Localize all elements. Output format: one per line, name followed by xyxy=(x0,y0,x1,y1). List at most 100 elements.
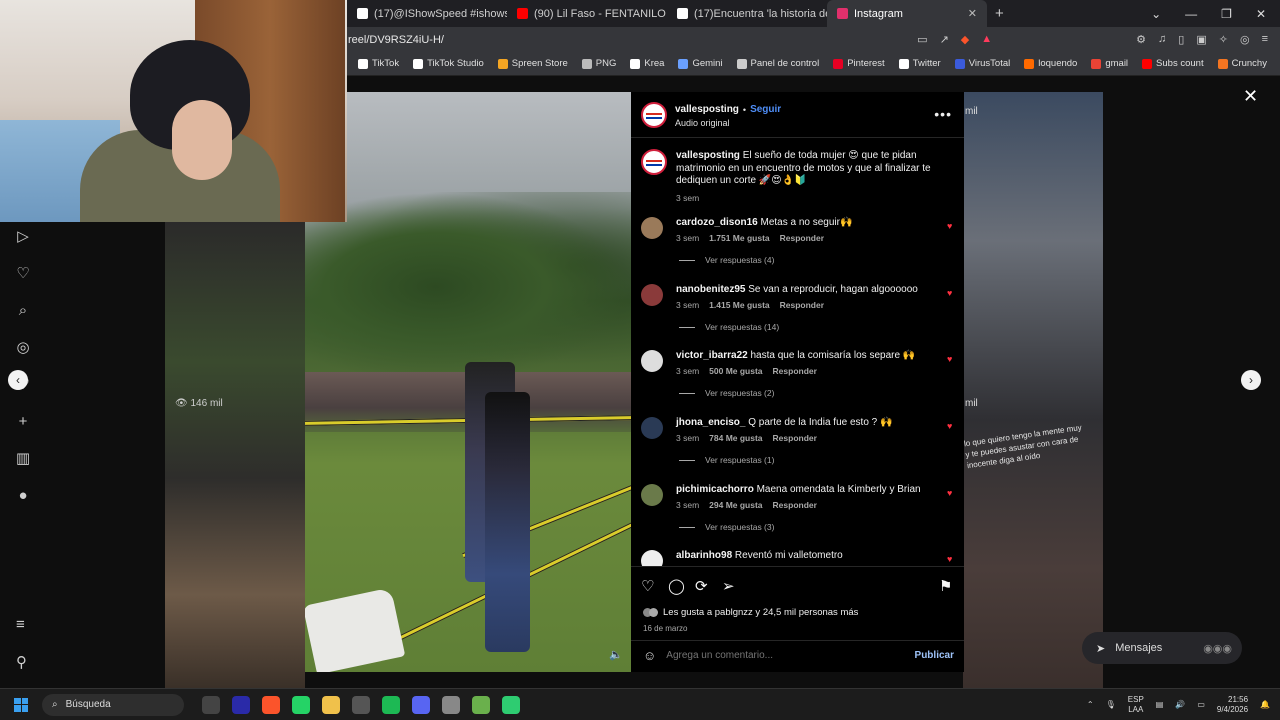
comment-username[interactable]: albarinho98 xyxy=(676,550,732,561)
tab-ishowspeed[interactable]: (17)@IShowSpeed #ishowspeed #bai xyxy=(347,0,507,27)
close-modal-icon[interactable]: ✕ xyxy=(1243,86,1258,107)
close-tab-icon[interactable]: ✕ xyxy=(968,7,977,20)
leo-icon[interactable]: ✧ xyxy=(1219,33,1228,46)
comment-like-icon[interactable]: ♥ xyxy=(947,488,952,498)
next-arrow-icon[interactable]: › xyxy=(1241,370,1261,390)
like-icon[interactable]: ♡ xyxy=(641,577,654,595)
comment-avatar[interactable] xyxy=(641,417,663,439)
media-icon[interactable]: ♫ xyxy=(1158,33,1166,46)
taskbar-app-icon[interactable] xyxy=(472,695,490,714)
microphone-icon[interactable]: 🎙 xyxy=(1106,700,1116,709)
comment-input[interactable] xyxy=(666,650,887,661)
tab-search-icon[interactable]: ⌄ xyxy=(1151,7,1161,21)
tray-chevron-icon[interactable]: ⌃ xyxy=(1087,700,1094,709)
taskbar-app-icon[interactable] xyxy=(382,695,400,714)
likes-summary[interactable]: Les gusta a pablgnzz y 24,5 mil personas… xyxy=(643,607,858,618)
minimize-icon[interactable]: — xyxy=(1185,7,1197,21)
comment-username[interactable]: jhona_enciso_ xyxy=(676,417,745,428)
volume-icon[interactable]: 🔊 xyxy=(1175,700,1185,709)
sidebar-icon[interactable]: ▯ xyxy=(1178,33,1184,46)
reply-button[interactable]: Responder xyxy=(780,300,824,310)
taskbar-search[interactable]: ⌕ Búsqueda xyxy=(42,693,184,716)
profile-icon[interactable]: ● xyxy=(18,485,27,505)
comment-avatar[interactable] xyxy=(641,484,663,506)
caption-username[interactable]: vallesposting xyxy=(676,150,740,161)
taskbar-app-icon[interactable] xyxy=(202,695,220,714)
insights-icon[interactable]: ▥ xyxy=(16,448,30,468)
tab-youtube[interactable]: (90) Lil Faso - FENTANILO RKT - YouT xyxy=(507,0,667,27)
bookmark-item[interactable]: gmail xyxy=(1091,58,1128,69)
tab-instagram[interactable]: Instagram ✕ xyxy=(827,0,987,27)
tab-tiktok-search[interactable]: (17)Encuentra 'la historia de camila' e xyxy=(667,0,827,27)
save-icon[interactable]: ⚑ xyxy=(939,577,952,595)
taskbar-clock[interactable]: 21:56 9/4/2026 xyxy=(1217,695,1248,715)
wallet-icon[interactable]: ▣ xyxy=(1196,33,1206,46)
comment-username[interactable]: cardozo_dison16 xyxy=(676,217,758,228)
messages-button[interactable]: ➤ Mensajes ◉◉◉ xyxy=(1082,632,1242,664)
comment-like-icon[interactable]: ♥ xyxy=(947,421,952,431)
comment-avatar[interactable] xyxy=(641,217,663,239)
bookmark-item[interactable]: TikTok Studio xyxy=(413,58,484,69)
taskbar-app-icon[interactable] xyxy=(412,695,430,714)
comment-likes[interactable]: 500 Me gusta xyxy=(709,366,762,376)
explore-icon[interactable]: ◎ xyxy=(16,337,29,357)
audio-link[interactable]: Audio original xyxy=(675,118,730,128)
new-tab-button[interactable]: + xyxy=(987,5,1012,22)
taskbar-app-icon[interactable] xyxy=(352,695,370,714)
network-icon[interactable]: ▤ xyxy=(1156,700,1164,709)
close-window-icon[interactable]: ✕ xyxy=(1256,7,1266,21)
reply-button[interactable]: Responder xyxy=(773,366,817,376)
brave-shield-icon[interactable]: ◆ xyxy=(961,33,969,46)
create-icon[interactable]: + xyxy=(19,411,28,431)
taskbar-app-icon[interactable] xyxy=(442,695,460,714)
extensions-icon[interactable]: ⚙ xyxy=(1136,33,1146,46)
comment-username[interactable]: nanobenitez95 xyxy=(676,284,745,295)
comment-username[interactable]: pichimicachorro xyxy=(676,484,754,495)
follow-button[interactable]: Seguir xyxy=(750,104,781,115)
bookmark-item[interactable]: Pinterest xyxy=(833,58,885,69)
taskbar-app-icon[interactable] xyxy=(322,695,340,714)
view-replies-button[interactable]: Ver respuestas (14) xyxy=(679,322,779,332)
reel-video[interactable]: 🔈 xyxy=(305,92,631,672)
bookmark-item[interactable]: Gemini xyxy=(678,58,723,69)
reply-button[interactable]: Responder xyxy=(773,500,817,510)
restore-icon[interactable]: ❐ xyxy=(1221,7,1232,21)
more-menu-icon[interactable]: ≡ xyxy=(16,616,27,633)
share-icon[interactable]: ➢ xyxy=(722,577,735,595)
vpn-icon[interactable]: ◎ xyxy=(1240,33,1250,46)
comment-icon[interactable]: ◯ xyxy=(668,577,685,595)
bookmark-item[interactable]: Subs count xyxy=(1142,58,1204,69)
caption-avatar[interactable] xyxy=(641,149,667,175)
taskbar-app-icon[interactable] xyxy=(502,695,520,714)
bookmark-item[interactable]: Spreen Store xyxy=(497,58,568,69)
cast-icon[interactable]: ▭ xyxy=(917,33,927,46)
comment-like-icon[interactable]: ♥ xyxy=(947,288,952,298)
bookmark-item[interactable]: Twitter xyxy=(898,58,941,69)
bookmark-item[interactable]: TikTok xyxy=(358,58,399,69)
comment-like-icon[interactable]: ♥ xyxy=(947,554,952,564)
comment-username[interactable]: victor_ibarra22 xyxy=(676,350,748,361)
reels-icon[interactable]: ▷ xyxy=(17,226,29,246)
publish-button[interactable]: Publicar xyxy=(915,650,954,661)
taskbar-app-icon[interactable] xyxy=(292,695,310,714)
comment-like-icon[interactable]: ♥ xyxy=(947,221,952,231)
account-avatar[interactable] xyxy=(641,102,667,128)
comment-likes[interactable]: 1.415 Me gusta xyxy=(709,300,769,310)
share-icon[interactable]: ↗ xyxy=(940,33,949,46)
mute-icon[interactable]: 🔈 xyxy=(609,648,623,661)
view-replies-button[interactable]: Ver respuestas (1) xyxy=(679,455,774,465)
post-username[interactable]: vallesposting xyxy=(675,104,739,115)
notifications-bell-icon[interactable]: 🔔 xyxy=(1260,700,1270,709)
taskbar-app-icon[interactable] xyxy=(232,695,250,714)
view-replies-button[interactable]: Ver respuestas (4) xyxy=(679,255,774,265)
brave-rewards-icon[interactable]: ▲ xyxy=(981,33,992,46)
view-replies-button[interactable]: Ver respuestas (2) xyxy=(679,388,774,398)
windows-start-icon[interactable] xyxy=(14,697,28,712)
bookmark-item[interactable]: PNG xyxy=(581,58,616,69)
bookmark-item[interactable]: loquendo xyxy=(1024,58,1077,69)
comment-avatar[interactable] xyxy=(641,550,663,566)
more-options-icon[interactable]: ••• xyxy=(934,106,952,122)
comment-like-icon[interactable]: ♥ xyxy=(947,354,952,364)
bookmark-item[interactable]: Panel de control xyxy=(736,58,819,69)
meta-apps-icon[interactable]: ⚲ xyxy=(16,653,27,671)
